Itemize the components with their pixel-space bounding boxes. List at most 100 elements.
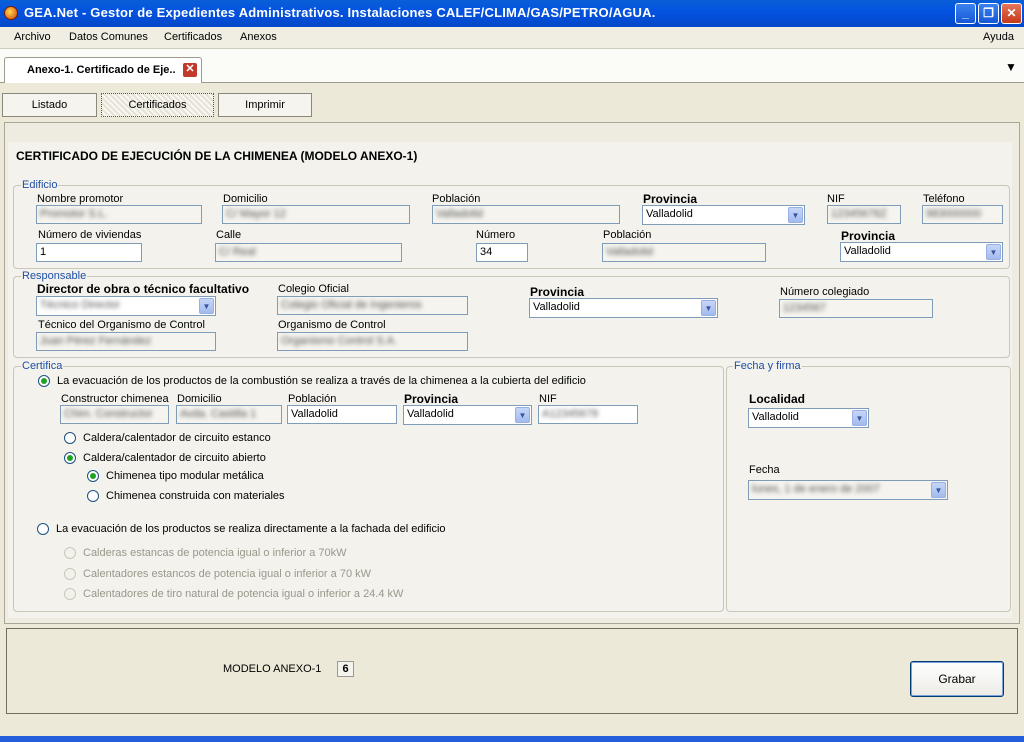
minimize-button[interactable]: _: [955, 3, 976, 24]
colegio-label: Colegio Oficial: [278, 283, 349, 295]
domicilio-constructor-input[interactable]: Avda. Castilla 1: [176, 405, 282, 424]
telefono-label: Teléfono: [923, 193, 965, 205]
chevron-down-icon: ▼: [515, 407, 530, 423]
menu-anexos[interactable]: Anexos: [240, 31, 277, 43]
provincia-constructor-label: Provincia: [404, 392, 459, 406]
nombre-promotor-label: Nombre promotor: [37, 193, 124, 205]
chevron-down-icon: ▼: [852, 410, 867, 426]
calendar-dropdown-icon: ▼: [931, 482, 946, 498]
poblacion-constructor-label: Población: [288, 393, 337, 405]
chevron-down-icon: ▼: [199, 298, 214, 314]
chimenea-construida-radio[interactable]: [87, 490, 99, 502]
domicilio-label: Domicilio: [223, 193, 268, 205]
menu-datos-comunes[interactable]: Datos Comunes: [69, 31, 148, 43]
director-select[interactable]: Técnico Director ▼: [36, 296, 216, 316]
document-tab-strip: Anexo-1. Certificado de Eje.. ✕: [0, 49, 1024, 83]
domicilio-constructor-label: Domicilio: [177, 393, 222, 405]
chevron-down-icon: ▼: [788, 207, 803, 223]
maximize-button[interactable]: ❐: [978, 3, 999, 24]
chimenea-modular-label[interactable]: Chimenea tipo modular metálica: [106, 470, 264, 482]
responsable-legend: Responsable: [21, 270, 88, 282]
edificio-legend: Edificio: [21, 179, 59, 191]
num-colegiado-input[interactable]: 1234567: [779, 299, 933, 318]
poblacion2-label: Población: [603, 229, 652, 241]
grabar-button[interactable]: Grabar: [910, 661, 1004, 697]
sub3-radio[interactable]: [64, 588, 76, 600]
opt-fachada-radio[interactable]: [37, 523, 49, 535]
num-viviendas-label: Número de viviendas: [38, 229, 142, 241]
opt-fachada-label[interactable]: La evacuación de los productos se realiz…: [56, 523, 446, 535]
provincia2-label: Provincia: [841, 229, 896, 243]
num-colegiado-label: Número colegiado: [780, 286, 870, 298]
fecha-firma-legend: Fecha y firma: [733, 360, 802, 372]
constructor-input[interactable]: Chim. Constructor: [60, 405, 169, 424]
certificados-button[interactable]: Certificados: [101, 93, 214, 117]
footer-panel: [6, 628, 1018, 714]
calle-input[interactable]: C/ Real: [215, 243, 402, 262]
app-icon: [4, 6, 18, 20]
title-bar: GEA.Net - Gestor de Expedientes Administ…: [0, 0, 1024, 27]
imprimir-button[interactable]: Imprimir: [218, 93, 312, 117]
sub3-label: Calentadores de tiro natural de potencia…: [83, 588, 404, 600]
tecnico-input[interactable]: Juan Pérez Fernández: [36, 332, 216, 351]
tab-list-dropdown-icon[interactable]: ▼: [1005, 60, 1017, 74]
poblacion-input[interactable]: Valladolid: [432, 205, 620, 224]
sub1-label: Calderas estancas de potencia igual o in…: [83, 547, 347, 559]
sub1-radio[interactable]: [64, 547, 76, 559]
opt-chimenea-cubierta-radio[interactable]: [38, 375, 50, 387]
menu-certificados[interactable]: Certificados: [164, 31, 222, 43]
constructor-label: Constructor chimenea: [61, 393, 169, 405]
nif-constructor-input[interactable]: A12345678: [538, 405, 638, 424]
localidad-select[interactable]: Valladolid ▼: [748, 408, 869, 428]
chimenea-construida-label[interactable]: Chimenea construida con materiales: [106, 490, 285, 502]
close-window-button[interactable]: ✕: [1001, 3, 1022, 24]
caldera-estanco-label[interactable]: Caldera/calentador de circuito estanco: [83, 432, 271, 444]
opt-chimenea-cubierta-label[interactable]: La evacuación de los productos de la com…: [57, 375, 586, 387]
fecha-datepicker[interactable]: lunes, 1 de enero de 2007 ▼: [748, 480, 948, 500]
provincia-resp-label: Provincia: [530, 285, 585, 299]
colegio-input[interactable]: Colegio Oficial de Ingenieros: [277, 296, 468, 315]
sub2-label: Calentadores estancos de potencia igual …: [83, 568, 372, 580]
nif-constructor-label: NIF: [539, 393, 557, 405]
chimenea-modular-radio[interactable]: [87, 470, 99, 482]
taskbar: [0, 736, 1024, 742]
provincia-select[interactable]: Valladolid ▼: [642, 205, 805, 225]
certifica-legend: Certifica: [21, 360, 64, 372]
num-viviendas-input[interactable]: 1: [36, 243, 142, 262]
modelo-value: 6: [337, 661, 354, 677]
chevron-down-icon: ▼: [986, 244, 1001, 260]
poblacion2-input[interactable]: Valladolid: [602, 243, 766, 262]
tab-label: Anexo-1. Certificado de Eje..: [27, 64, 176, 76]
caldera-abierto-label[interactable]: Caldera/calentador de circuito abierto: [83, 452, 266, 464]
nombre-promotor-input[interactable]: Promotor S.L.: [36, 205, 202, 224]
nif-label: NIF: [827, 193, 845, 205]
window-title: GEA.Net - Gestor de Expedientes Administ…: [24, 5, 656, 20]
listado-button[interactable]: Listado: [2, 93, 97, 117]
page-title: CERTIFICADO DE EJECUCIÓN DE LA CHIMENEA …: [16, 149, 418, 163]
localidad-label: Localidad: [749, 392, 806, 406]
organismo-label: Organismo de Control: [278, 319, 386, 331]
numero-label: Número: [476, 229, 516, 241]
tecnico-label: Técnico del Organismo de Control: [38, 319, 205, 331]
menu-archivo[interactable]: Archivo: [14, 31, 51, 43]
poblacion-constructor-input[interactable]: Valladolid: [287, 405, 397, 424]
telefono-input[interactable]: 983000000: [922, 205, 1003, 224]
caldera-estanco-radio[interactable]: [64, 432, 76, 444]
nif-input[interactable]: 12345678Z: [827, 205, 901, 224]
tab-anexo-1[interactable]: Anexo-1. Certificado de Eje.. ✕: [4, 57, 202, 83]
provincia-constructor-select[interactable]: Valladolid ▼: [403, 405, 532, 425]
provincia2-select[interactable]: Valladolid ▼: [840, 242, 1003, 262]
chevron-down-icon: ▼: [701, 300, 716, 316]
sub2-radio[interactable]: [64, 568, 76, 580]
menu-bar: Archivo Datos Comunes Certificados Anexo…: [0, 27, 1024, 49]
fecha-label: Fecha: [749, 464, 780, 476]
domicilio-input[interactable]: C/ Mayor 12: [222, 205, 410, 224]
provincia-resp-select[interactable]: Valladolid ▼: [529, 298, 718, 318]
numero-input[interactable]: 34: [476, 243, 528, 262]
menu-ayuda[interactable]: Ayuda: [983, 31, 1014, 43]
caldera-abierto-radio[interactable]: [64, 452, 76, 464]
poblacion-label: Población: [432, 193, 481, 205]
organismo-input[interactable]: Organismo Control S.A.: [277, 332, 468, 351]
close-tab-icon[interactable]: ✕: [183, 63, 197, 77]
director-label: Director de obra o técnico facultativo: [37, 282, 250, 296]
